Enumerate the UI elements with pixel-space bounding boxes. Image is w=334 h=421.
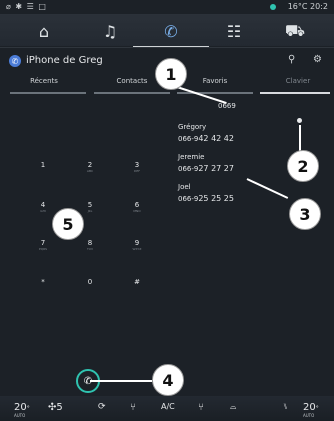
- key-letters: PQRS: [38, 247, 48, 251]
- temp-left-unit: °: [26, 405, 30, 412]
- key-star[interactable]: *: [28, 279, 58, 286]
- gear-icon[interactable]: ⚙: [313, 54, 322, 65]
- key-9[interactable]: 9 WXYZ: [122, 239, 152, 252]
- key-5[interactable]: 5 JKL: [75, 201, 105, 214]
- callout-4: 4: [152, 364, 184, 396]
- tab-recents-underline: [10, 92, 86, 94]
- status-temperature: 16°C: [287, 2, 308, 11]
- temperature-indicator-icon: [270, 4, 276, 10]
- status-icons: ⌀ ✱ ☰ □: [6, 2, 47, 11]
- key-digit: 6: [134, 201, 140, 209]
- tab-favorites[interactable]: Favoris: [175, 77, 255, 85]
- temp-right-unit: °: [315, 405, 319, 412]
- defrost-icon[interactable]: ⌓: [230, 402, 236, 412]
- seat-heat-icon[interactable]: ⑂: [130, 402, 136, 413]
- callout-4-line: [90, 380, 152, 382]
- key-8[interactable]: 8 TUV: [75, 239, 105, 252]
- music-icon[interactable]: ♫: [90, 18, 130, 44]
- key-digit: 1: [40, 161, 46, 169]
- tab-favorites-underline: [177, 92, 253, 94]
- status-temperature-time: 16°C 20:2: [288, 2, 328, 11]
- temp-right[interactable]: 20° AUTO: [303, 402, 319, 418]
- home-icon[interactable]: ⌂: [24, 18, 64, 44]
- tab-contacts-underline: [94, 92, 170, 94]
- tab-keypad[interactable]: Clavier: [258, 77, 334, 85]
- tab-keypad-underline: [260, 92, 330, 94]
- number-prefix: 066-9: [178, 165, 199, 173]
- contact-number: 066-925 25 25: [178, 194, 234, 203]
- car-icon[interactable]: ⛟: [275, 18, 315, 44]
- key-digit: 3: [134, 161, 140, 169]
- number-rest: 27 27 27: [198, 164, 234, 173]
- key-6[interactable]: 6 MNO: [122, 201, 152, 214]
- ac-button[interactable]: A/C: [161, 402, 175, 411]
- key-hash[interactable]: #: [122, 279, 152, 286]
- callout-1-line: [176, 86, 227, 105]
- key-1[interactable]: 1: [28, 162, 58, 169]
- key-2[interactable]: 2 ABC: [75, 161, 105, 174]
- contact-name: Joel: [178, 183, 191, 191]
- list-item[interactable]: Grégory 066-942 42 42: [178, 123, 234, 143]
- key-0[interactable]: 0: [75, 279, 105, 286]
- temp-right-mode: AUTO: [303, 413, 315, 418]
- temp-right-value: 20: [303, 402, 316, 413]
- callout-5: 5: [52, 208, 84, 240]
- recirculation-icon[interactable]: ⟳: [98, 402, 106, 412]
- contact-number: 066-942 42 42: [178, 134, 234, 143]
- number-prefix: 066-9: [178, 135, 199, 143]
- contact-number: 066-927 27 27: [178, 164, 234, 173]
- key-digit: 9: [134, 239, 140, 247]
- phone-icon[interactable]: ✆: [133, 18, 209, 48]
- key-letters: DEF: [134, 169, 140, 173]
- key-letters: WXYZ: [132, 247, 142, 251]
- number-rest: 25 25 25: [198, 194, 234, 203]
- callout-3: 3: [289, 198, 321, 230]
- seat-heat-right-icon[interactable]: ⑂: [198, 402, 204, 413]
- status-bar: ⌀ ✱ ☰ □ 16°C 20:2: [0, 0, 334, 14]
- phone-app-icon: ✆: [9, 55, 21, 67]
- key-digit: *: [41, 278, 45, 286]
- temp-left[interactable]: 20° AUTO: [14, 402, 30, 418]
- seat-icon[interactable]: ⑊: [283, 402, 288, 411]
- key-digit: 4: [40, 201, 46, 209]
- key-digit: 7: [40, 239, 46, 247]
- number-prefix: 066-9: [178, 195, 199, 203]
- page-title: iPhone de Greg: [26, 55, 103, 66]
- number-rest: 42 42 42: [198, 134, 234, 143]
- nav-divider: [0, 47, 334, 48]
- key-digit: #: [134, 278, 140, 286]
- contact-name: Grégory: [178, 123, 207, 131]
- key-digit: 0: [87, 278, 93, 286]
- key-digit: 2: [87, 161, 93, 169]
- key-digit: 5: [87, 201, 93, 209]
- dialed-number: 0669: [218, 102, 236, 110]
- delete-digit-icon[interactable]: [297, 118, 302, 123]
- list-item[interactable]: Jeremie 066-927 27 27: [178, 153, 234, 173]
- key-letters: ABC: [86, 169, 94, 173]
- fan-speed-value: 5: [56, 402, 63, 413]
- callout-2-line: [299, 125, 301, 151]
- key-letters: TUV: [86, 247, 94, 251]
- tab-recents[interactable]: Récents: [4, 77, 84, 85]
- key-3[interactable]: 3 DEF: [122, 161, 152, 174]
- temp-left-value: 20: [14, 402, 27, 413]
- key-7[interactable]: 7 PQRS: [28, 239, 58, 252]
- apps-icon[interactable]: ☷: [214, 18, 254, 44]
- key-4[interactable]: 4 GHI: [28, 201, 58, 214]
- callout-1: 1: [155, 58, 187, 90]
- contact-name: Jeremie: [178, 153, 205, 161]
- list-item[interactable]: Joel 066-925 25 25: [178, 183, 234, 203]
- temp-left-mode: AUTO: [14, 413, 26, 418]
- key-letters: GHI: [40, 209, 46, 213]
- callout-3-line: [246, 178, 289, 199]
- fan-speed[interactable]: ✣5: [48, 402, 63, 413]
- key-letters: MNO: [133, 209, 141, 213]
- search-icon[interactable]: ⚲: [288, 54, 295, 65]
- status-time: 20:2: [310, 2, 328, 11]
- callout-2: 2: [287, 150, 319, 182]
- key-digit: 8: [87, 239, 93, 247]
